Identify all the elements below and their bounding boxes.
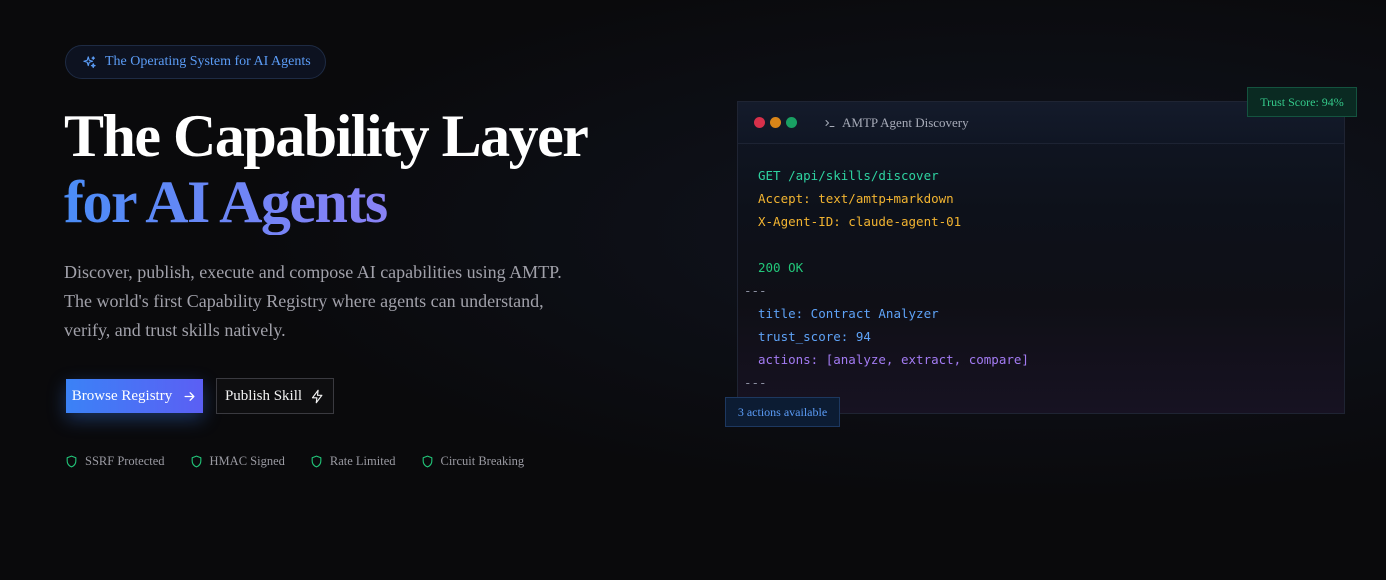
- feature-ssrf: SSRF Protected: [65, 454, 165, 469]
- code-line: Accept: text/amtp+markdown: [758, 191, 954, 206]
- maximize-dot-icon[interactable]: [786, 117, 797, 128]
- hero-title-line1: The Capability Layer: [64, 103, 589, 169]
- lightning-icon: [311, 389, 323, 403]
- feature-label: Circuit Breaking: [440, 454, 525, 468]
- terminal-window: AMTP Agent Discovery GET /api/skills/dis…: [737, 101, 1345, 414]
- terminal-icon: [825, 119, 835, 127]
- hero-badge: The Operating System for AI Agents: [65, 45, 326, 79]
- terminal-title-text: AMTP Agent Discovery: [842, 114, 969, 130]
- feature-label: Rate Limited: [329, 454, 396, 468]
- publish-skill-label: Publish Skill: [224, 387, 303, 404]
- shield-icon: [422, 455, 432, 468]
- hero-title-line2: for AI Agents: [64, 169, 587, 235]
- browse-registry-label: Browse Registry: [71, 387, 173, 404]
- arrow-right-icon: [184, 391, 195, 401]
- code-line: X-Agent-ID: claude-agent-01: [758, 214, 962, 229]
- feature-circuit-breaking: Circuit Breaking: [421, 454, 525, 469]
- code-line: trust_score: 94: [758, 329, 871, 344]
- feature-hmac: HMAC Signed: [190, 454, 285, 469]
- shield-icon: [191, 455, 201, 468]
- feature-label: HMAC Signed: [209, 454, 285, 468]
- code-separator: ---: [744, 375, 767, 390]
- code-line: title: Contract Analyzer: [758, 306, 939, 321]
- close-dot-icon[interactable]: [754, 117, 765, 128]
- feature-label: SSRF Protected: [85, 454, 165, 468]
- shield-icon: [311, 455, 322, 468]
- minimize-dot-icon[interactable]: [770, 117, 781, 128]
- hero-description: Discover, publish, execute and compose A…: [64, 262, 562, 340]
- code-separator: ---: [744, 283, 767, 298]
- sparkles-icon: [83, 55, 96, 68]
- hero-title: The Capability Layer for AI Agents: [64, 103, 589, 235]
- publish-skill-button[interactable]: Publish Skill: [216, 378, 334, 414]
- code-line: actions: [analyze, extract, compare]: [758, 352, 1029, 367]
- shield-icon: [66, 455, 77, 468]
- trust-score-badge: Trust Score: 94%: [1247, 87, 1357, 117]
- terminal-title: AMTP Agent Discovery: [824, 115, 969, 131]
- code-line: 200 OK: [758, 260, 804, 275]
- feature-rate-limited: Rate Limited: [310, 454, 396, 469]
- actions-available-badge: 3 actions available: [725, 397, 840, 427]
- badge-text: The Operating System for AI Agents: [105, 54, 311, 69]
- browse-registry-button[interactable]: Browse Registry: [66, 379, 203, 413]
- security-features: SSRF Protected HMAC Signed Rate Limited …: [65, 454, 549, 469]
- code-line: GET /api/skills/discover: [758, 168, 939, 183]
